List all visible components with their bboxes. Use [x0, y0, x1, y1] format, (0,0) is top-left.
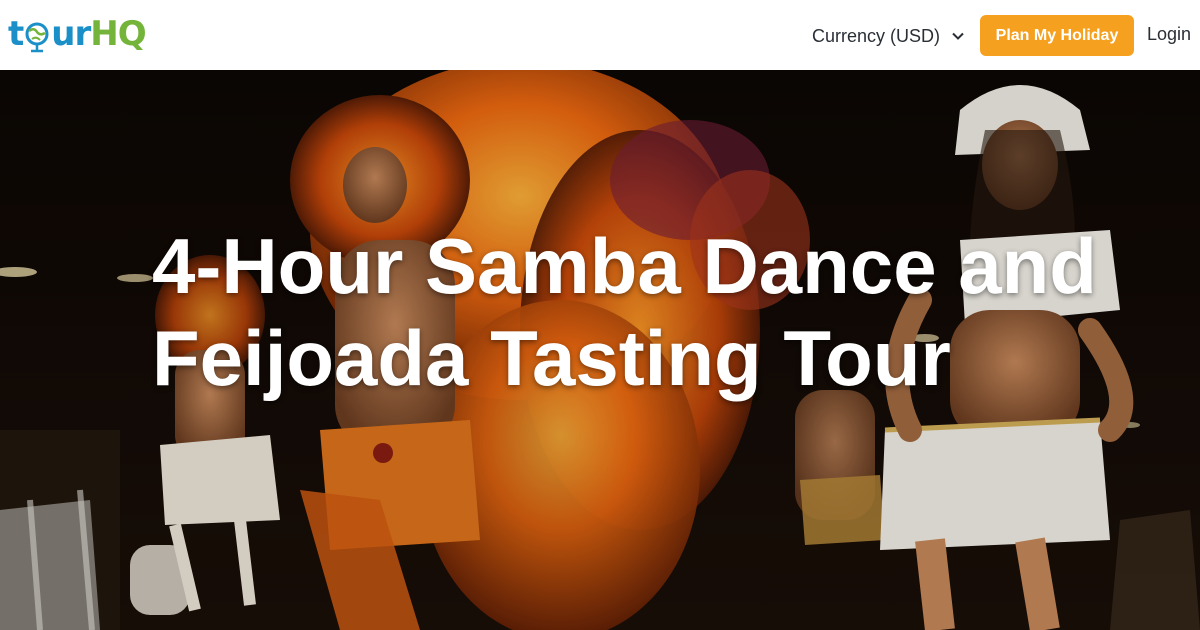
globe-icon	[24, 17, 50, 53]
tourhq-logo[interactable]: t ur HQ	[8, 12, 147, 56]
tour-title-line-1: 4-Hour Samba Dance and	[152, 222, 1097, 310]
logo-letters-ur: ur	[51, 14, 91, 54]
currency-selector[interactable]: Currency (USD)	[812, 24, 964, 48]
tour-title: 4-Hour Samba Dance and Feijoada Tasting …	[152, 220, 1112, 404]
plan-my-holiday-button[interactable]: Plan My Holiday	[980, 15, 1134, 56]
logo-letter-t: t	[8, 14, 24, 54]
hero-banner: 4-Hour Samba Dance and Feijoada Tasting …	[0, 70, 1200, 630]
logo-letters-hq: HQ	[90, 14, 146, 54]
chevron-down-icon	[952, 32, 964, 40]
site-header: t ur HQ Currency (USD) Plan My Holiday L…	[0, 0, 1200, 70]
currency-label: Currency (USD)	[812, 25, 941, 46]
tour-title-line-2: Feijoada Tasting Tour	[152, 314, 951, 402]
login-link[interactable]: Login	[1147, 24, 1191, 45]
